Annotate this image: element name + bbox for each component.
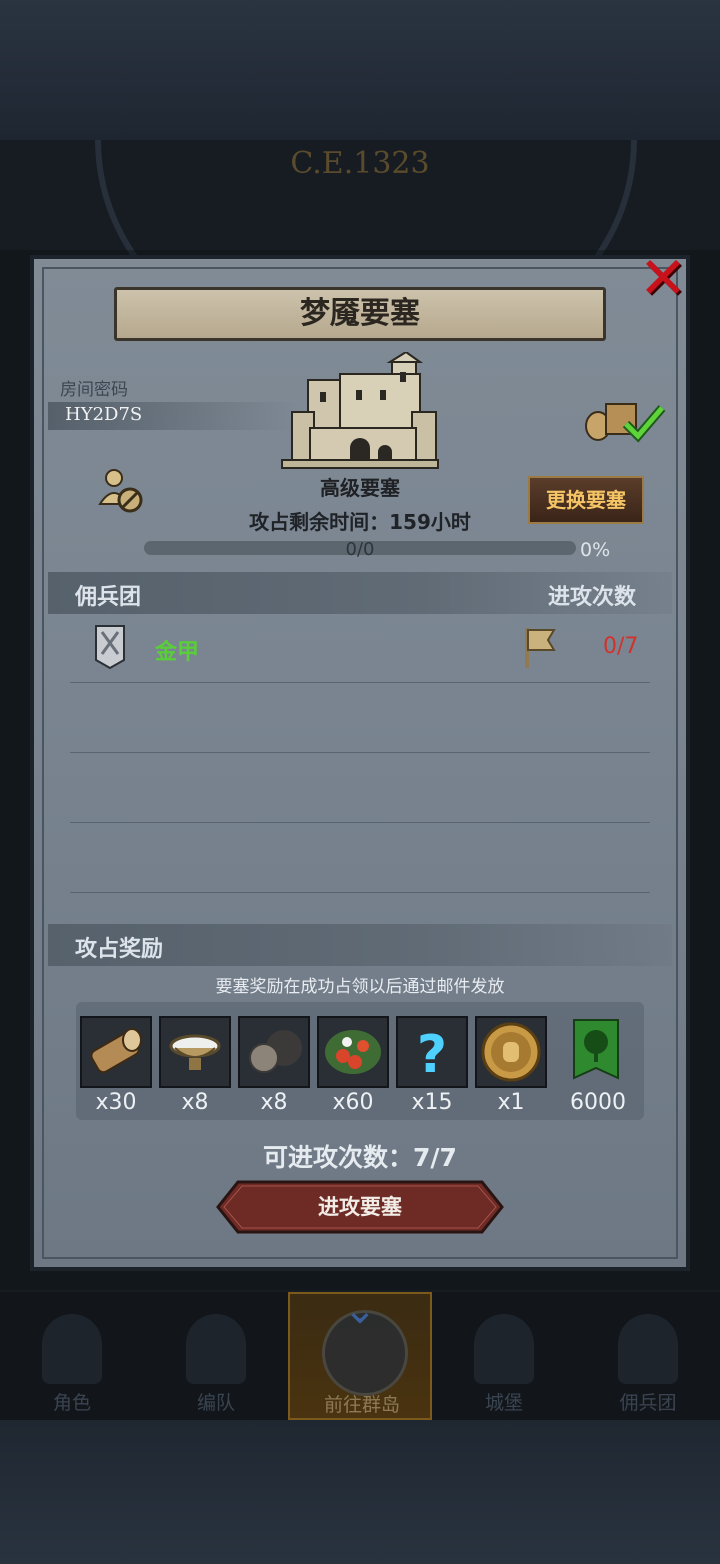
reward-item-wood[interactable] [80,1016,152,1088]
reward-qty: x15 [411,1090,453,1115]
guild-tree-banner-icon [573,1019,619,1080]
nav-item-formation[interactable]: 编队 [144,1292,288,1420]
ore-icon [249,1030,302,1073]
reward-item-salt[interactable] [159,1016,231,1088]
knight-coin-icon [481,1022,541,1082]
nav-label: 角色 [52,1392,91,1414]
progress-count-text: 0/0 [345,539,375,560]
close-icon: ✕ [638,244,688,312]
reward-item-ore[interactable] [238,1016,310,1088]
reward-qty: x1 [497,1090,525,1115]
attack-fortress-label[interactable]: 进攻要塞 [216,1180,504,1234]
reward-item-coin[interactable] [475,1016,547,1088]
berries-icon [325,1030,381,1074]
no-person-icon[interactable] [96,466,144,514]
nav-label: 城堡 [484,1392,523,1414]
nav-label: 前往群岛 [323,1394,400,1416]
row-divider [70,682,650,683]
top-status-area [0,0,720,140]
reward-qty: 6000 [570,1090,626,1115]
dialog-title: 梦魇要塞 [300,296,420,331]
mercenary-section-title: 佣兵团 [75,585,142,610]
salt-bowl-icon [169,1034,221,1070]
nav-item-mercenary[interactable]: 佣兵团 [576,1292,720,1420]
progress-percent-text: 0% [580,539,611,561]
room-password-label: 房间密码 [60,380,128,400]
mercenary-name[interactable]: 金甲 [155,634,199,666]
white-shield-banner-icon [95,625,125,670]
reward-qty: x8 [260,1090,288,1115]
reward-item-guild-points[interactable] [560,1016,632,1088]
close-button[interactable]: ✕ [638,244,688,312]
attack-count-header: 进攻次数 [548,585,637,610]
era-year-text: C.E.1323 [290,146,430,181]
attackable-count-text: 可进攻次数：7/7 [263,1143,457,1172]
row-divider [70,752,650,753]
remaining-time-text: 攻占剩余时间：159小时 [249,510,471,534]
fortress-level-label: 高级要塞 [320,476,400,500]
mercenary-icon [618,1314,678,1384]
attack-count-value: 0/7 [603,634,639,659]
svg-text:?: ? [417,1025,447,1085]
flag-icon [525,628,556,668]
reward-section-title: 攻占奖励 [75,937,164,962]
reward-qty: x30 [95,1090,137,1115]
nav-label: 佣兵团 [619,1392,677,1414]
supplies-check-icon[interactable] [584,394,666,444]
reward-qty: x60 [332,1090,374,1115]
nav-item-character[interactable]: 角色 [0,1292,144,1420]
mystery-question-icon: ? [417,1025,447,1085]
bottom-system-area [0,1420,720,1564]
reward-qty: x8 [181,1090,209,1115]
reward-item-mystery[interactable]: ? [396,1016,468,1088]
row-divider [70,892,650,893]
room-code-value[interactable]: HY2D7S [65,404,142,425]
nav-label: 编队 [196,1392,235,1414]
reward-note: 要塞奖励在成功占领以后通过邮件发放 [215,977,505,997]
helmet-icon [186,1314,246,1384]
row-divider [70,822,650,823]
reward-item-berries[interactable] [317,1016,389,1088]
wood-log-icon [90,1028,142,1074]
nav-item-castle[interactable]: 城堡 [432,1292,576,1420]
castle-icon [474,1314,534,1384]
chevron-down-icon: ⌄ [343,1287,377,1333]
knight-icon [42,1314,102,1384]
castle-icon [281,352,439,469]
